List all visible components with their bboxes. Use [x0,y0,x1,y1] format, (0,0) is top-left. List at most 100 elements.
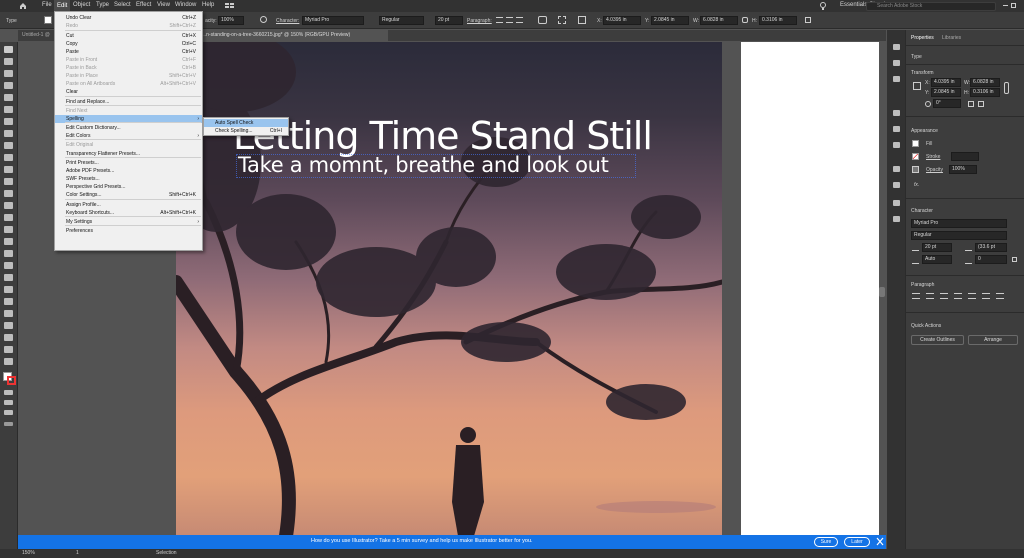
vertical-scrollbar[interactable] [879,287,885,297]
para-justify-right-icon[interactable] [982,293,990,299]
blend-tool-icon[interactable] [4,298,13,305]
zoom-tool-icon[interactable] [4,358,13,365]
prop-size-field[interactable]: 20 pt [922,243,952,252]
prop-style-field[interactable]: Regular [911,231,1007,240]
selection-tool-icon[interactable] [4,46,13,53]
align-right-icon[interactable] [516,17,523,23]
search-stock-input[interactable]: Search Adobe Stock [866,2,996,11]
opacity-field[interactable]: 100% [218,16,244,25]
close-icon[interactable] [876,537,884,546]
home-icon[interactable] [19,2,27,10]
free-transform-tool-icon[interactable] [4,226,13,233]
flip-horizontal-icon[interactable] [968,101,974,107]
gradient-tool-icon[interactable] [4,274,13,281]
shape-builder-tool-icon[interactable] [4,238,13,245]
survey-later-button[interactable]: Later [844,537,870,547]
more-character-options-icon[interactable] [1012,257,1017,262]
para-justify-center-icon[interactable] [968,293,976,299]
line-tool-icon[interactable] [4,130,13,137]
menu-object[interactable]: Object [73,2,90,8]
brushes-panel-icon[interactable] [893,142,900,148]
graph-tool-icon[interactable] [4,322,13,329]
menu-item-clear[interactable]: Clear [55,88,202,96]
y-field[interactable]: 2.0845 in [651,16,689,25]
prop-h-field[interactable]: 0.3106 in [970,88,1000,97]
color-mode-icon[interactable] [4,390,13,395]
fill-swatch[interactable] [44,16,52,24]
menu-item-paste-in-front[interactable]: Paste in Front Ctrl+F [55,56,202,64]
direct-selection-tool-icon[interactable] [4,58,13,65]
prop-font-field[interactable]: Myriad Pro [911,219,1007,228]
artboard-blank[interactable] [741,42,879,536]
symbol-sprayer-tool-icon[interactable] [4,310,13,317]
menu-item-copy[interactable]: Copy Ctrl+C [55,40,202,48]
menu-item-swf-presets[interactable]: SWF Presets... [55,175,202,183]
menu-window[interactable]: Window [175,2,196,8]
minimize-icon[interactable] [1003,5,1008,6]
graphic-styles-panel-icon[interactable] [893,182,900,188]
libraries-panel-icon[interactable] [893,76,900,82]
character-label[interactable]: Character: [276,18,299,24]
headline-text[interactable]: Letting Time Stand Still [233,114,653,158]
opacity-label-panel[interactable]: Opacity [926,167,943,173]
link-icon[interactable] [742,17,748,23]
tab-properties[interactable]: Properties [911,35,934,41]
artboard-tool-icon[interactable] [4,334,13,341]
prop-y-field[interactable]: 2.0845 in [931,88,961,97]
symbols-panel-icon[interactable] [893,166,900,172]
more-options-icon[interactable] [805,17,811,23]
swatches-panel-icon[interactable] [893,126,900,132]
paintbrush-tool-icon[interactable] [4,154,13,161]
appearance-panel-icon[interactable] [893,200,900,206]
menu-effect[interactable]: Effect [136,2,151,8]
tab-untitled[interactable]: Untitled-1 @ [18,30,54,41]
eraser-tool-icon[interactable] [4,178,13,185]
prop-x-field[interactable]: 4.0395 in [931,78,961,87]
reference-point-icon[interactable] [913,82,921,90]
fill-swatch-panel[interactable] [912,140,919,147]
layers-panel-icon[interactable] [893,60,900,66]
perspective-grid-tool-icon[interactable] [4,250,13,257]
lasso-tool-icon[interactable] [4,82,13,89]
tab-libraries[interactable]: Libraries [942,35,961,41]
rotate-icon[interactable] [925,101,931,107]
stroke-weight-field[interactable] [951,152,979,161]
opacity-field-panel[interactable]: 100% [949,165,977,174]
prop-kerning-field[interactable]: 0 [975,255,1007,264]
scale-tool-icon[interactable] [4,202,13,209]
draw-mode-icon[interactable] [4,400,13,405]
align-objects-icon[interactable] [538,16,547,24]
menu-item-undo-clear[interactable]: Undo Clear Ctrl+Z [55,14,202,22]
tab-photo-document[interactable]: ...n-standing-on-a-tree-3660215.jpg* @ 1… [198,30,388,41]
create-outlines-button[interactable]: Create Outlines [911,335,964,345]
artboard-number[interactable]: 1 [76,550,79,556]
constrain-link-icon[interactable] [1004,82,1009,94]
lightbulb-icon[interactable] [820,2,826,10]
pen-tool-icon[interactable] [4,94,13,101]
para-align-right-icon[interactable] [940,293,948,299]
w-field[interactable]: 6.0828 in [700,16,738,25]
menu-item-perspective-grid-presets[interactable]: Perspective Grid Presets... [55,183,202,191]
menu-item-print-presets[interactable]: Print Presets... [55,159,202,167]
rectangle-tool-icon[interactable] [4,142,13,149]
menu-item-edit-custom-dictionary[interactable]: Edit Custom Dictionary... [55,124,202,132]
edit-toolbar-icon[interactable] [4,422,13,426]
menu-item-find-next[interactable]: Find Next [55,107,202,115]
transparency-panel-icon[interactable] [893,216,900,222]
para-align-left-icon[interactable] [912,293,920,299]
menu-item-paste-in-place[interactable]: Paste in Place Shift+Ctrl+V [55,72,202,80]
menu-item-assign-profile[interactable]: Assign Profile... [55,201,202,209]
recolor-icon[interactable] [260,16,267,23]
stroke-color-swatch[interactable] [7,376,16,385]
menu-item-adobe-pdf-presets[interactable]: Adobe PDF Presets... [55,167,202,175]
properties-panel-icon[interactable] [893,44,900,50]
menu-item-preferences[interactable]: Preferences [55,227,202,235]
mesh-tool-icon[interactable] [4,262,13,269]
magic-wand-tool-icon[interactable] [4,70,13,77]
align-center-icon[interactable] [506,17,513,23]
fx-label[interactable]: fx. [914,182,919,188]
prop-leading-field[interactable]: (33.6 pt [975,243,1007,252]
type-tool-icon[interactable] [4,118,13,125]
prop-tracking-field[interactable]: Auto [922,255,952,264]
para-justify-all-icon[interactable] [996,293,1004,299]
